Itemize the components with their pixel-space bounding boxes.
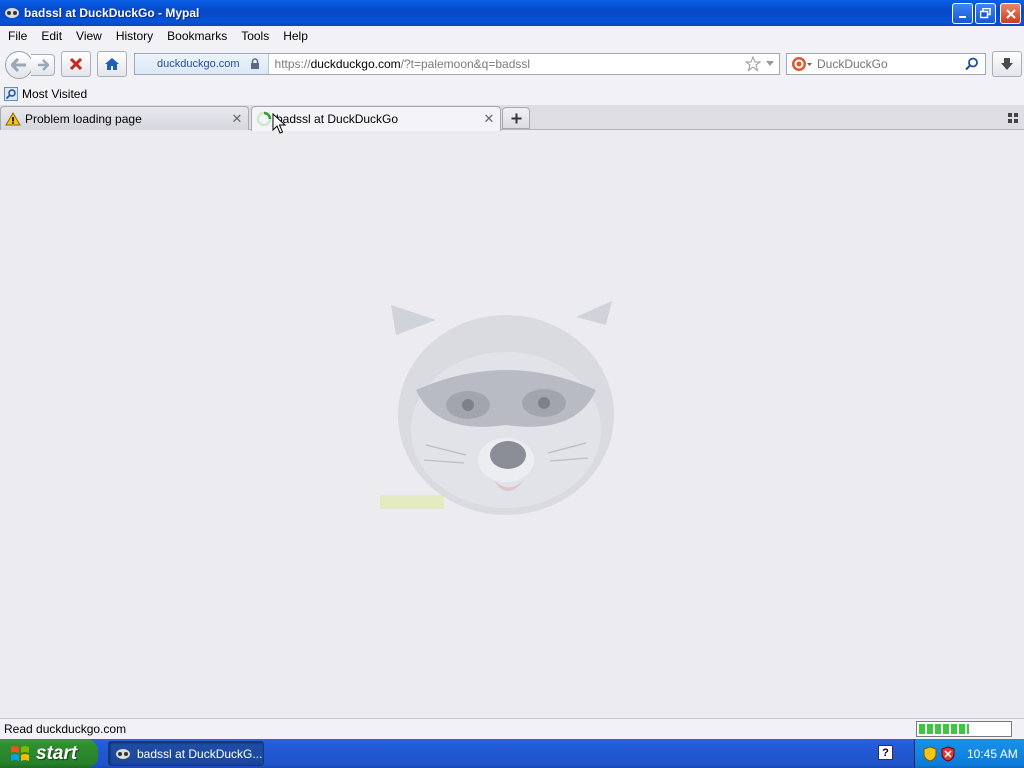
progress-fill [919,724,969,734]
app-icon [4,5,20,21]
most-visited-bookmark[interactable]: Most Visited [4,87,87,101]
tab-label: badssl at DuckDuckGo [276,112,399,126]
menu-file[interactable]: File [1,29,34,43]
raccoon-loading-image [380,301,614,515]
windows-taskbar: start badssl at DuckDuckG... ? 10:45 AM [0,739,1024,768]
start-button[interactable]: start [0,739,98,768]
minimize-button[interactable] [952,3,973,24]
warning-icon [5,111,21,125]
most-visited-label: Most Visited [22,87,88,101]
back-arrow-icon [11,58,26,72]
search-input[interactable] [817,57,957,71]
home-button[interactable] [97,51,127,77]
search-engine-button[interactable] [787,54,817,74]
menu-tools[interactable]: Tools [234,29,276,43]
duckduckgo-icon [792,57,812,71]
tab-label: Problem loading page [25,111,142,126]
status-text: Read duckduckgo.com [4,722,127,736]
loading-progress-bar [916,721,1012,737]
restore-button[interactable] [975,3,996,24]
site-identity-button[interactable]: duckduckgo.com [135,54,269,74]
search-bar[interactable] [786,53,986,75]
start-label: start [36,742,78,764]
page-content [0,131,1024,718]
url-text[interactable]: https://duckduckgo.com/?t=palemoon&q=bad… [275,57,745,71]
bookmarks-toolbar: Most Visited [0,83,1024,105]
url-host: duckduckgo.com [310,57,401,71]
taskbar-window-label: badssl at DuckDuckG... [137,746,263,761]
close-tab-icon[interactable]: ✕ [482,111,496,126]
download-arrow-icon [1001,58,1013,70]
bookmark-folder-icon [4,87,18,101]
home-icon [105,58,119,70]
tab-problem-loading[interactable]: Problem loading page ✕ [0,106,249,130]
help-icon[interactable]: ? [878,745,893,760]
new-tab-button[interactable] [502,107,530,129]
tab-strip: Problem loading page ✕ badssl at DuckDuc… [0,105,1024,131]
status-bar: Read duckduckgo.com [0,718,1024,739]
mypal-watermark-text [380,495,444,509]
url-bar[interactable]: duckduckgo.com https://duckduckgo.com/?t… [134,53,780,75]
search-icon[interactable] [965,57,979,71]
url-path: /?t=palemoon&q=badssl [400,57,531,71]
mypal-app-icon [116,748,130,759]
plus-icon [511,113,521,123]
bookmark-star-icon[interactable] [745,56,761,72]
menu-history[interactable]: History [109,29,160,43]
close-window-button[interactable] [1000,3,1021,24]
loading-spinner-icon [256,111,272,127]
forward-button[interactable] [31,54,55,76]
back-button[interactable] [5,51,33,79]
alert-shield-icon[interactable] [941,745,955,762]
security-shield-icon[interactable] [923,745,937,762]
lock-icon [250,58,259,69]
navigation-toolbar: duckduckgo.com https://duckduckgo.com/?t… [0,46,1024,83]
menu-bar: File Edit View History Bookmarks Tools H… [0,26,1024,46]
forward-arrow-icon [37,59,49,71]
window-title: badssl at DuckDuckGo - Mypal [24,6,200,20]
system-tray: 10:45 AM [914,739,1024,768]
url-prefix: https:// [274,57,311,71]
title-bar: badssl at DuckDuckGo - Mypal [0,0,1024,26]
stop-icon [70,58,82,70]
identity-domain: duckduckgo.com [157,58,240,70]
downloads-button[interactable] [992,51,1022,77]
list-all-tabs-button[interactable] [1008,112,1018,126]
url-dropdown-icon[interactable] [765,60,775,68]
taskbar-window-button[interactable]: badssl at DuckDuckG... [108,741,264,766]
clock: 10:45 AM [967,746,1018,761]
menu-view[interactable]: View [69,29,109,43]
grid-icon [1008,113,1018,123]
stop-button[interactable] [61,51,91,77]
menu-edit[interactable]: Edit [34,29,69,43]
windows-logo-icon [11,745,29,761]
tab-duckduckgo[interactable]: badssl at DuckDuckGo ✕ [251,106,501,131]
close-tab-icon[interactable]: ✕ [230,111,244,126]
mouse-cursor-icon [272,113,286,134]
menu-bookmarks[interactable]: Bookmarks [160,29,234,43]
menu-help[interactable]: Help [276,29,315,43]
